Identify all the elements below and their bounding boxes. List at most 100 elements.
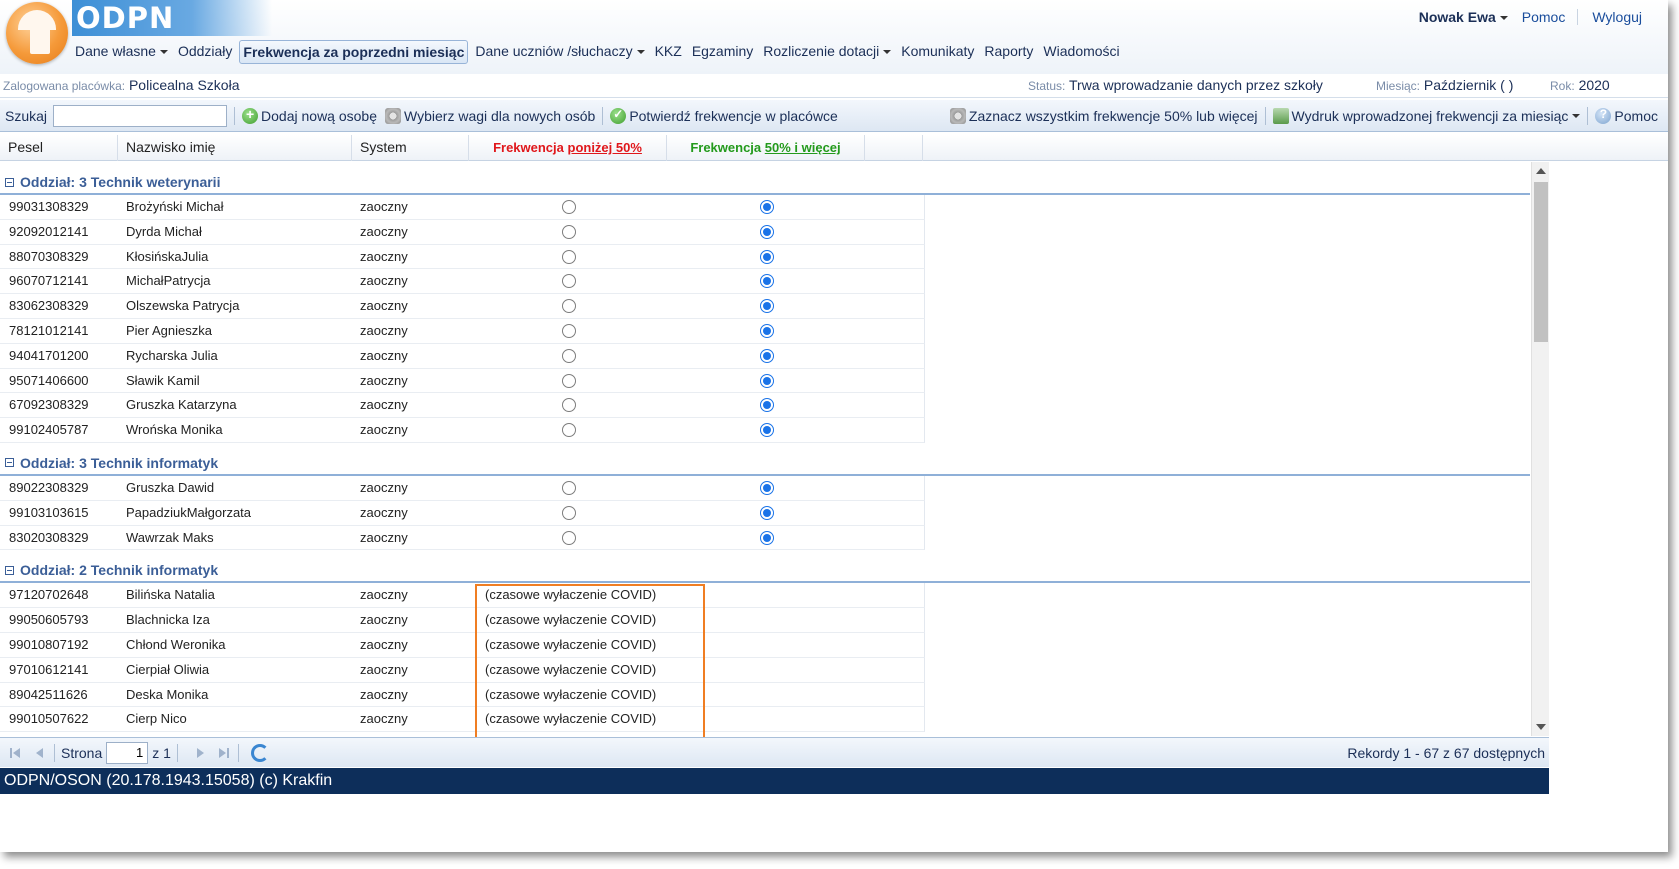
group-header[interactable]: Oddział: 3 Technik informatyk — [0, 443, 1530, 476]
covid-exclusion-cell: (czasowe wyłaczenie COVID) — [485, 711, 657, 727]
above-50-radio[interactable] — [760, 480, 774, 495]
table-row[interactable]: 99010807192 Chłond Weronika zaoczny (czasow… — [0, 632, 925, 658]
scroll-down-icon[interactable] — [1536, 724, 1546, 730]
above-50-radio[interactable] — [760, 398, 774, 413]
menu-item-6[interactable]: Rozliczenie dotacji — [760, 40, 894, 64]
table-row[interactable]: 83020308329 Wawrzak Maks zaoczny — [0, 525, 925, 551]
below-50-radio[interactable] — [562, 224, 576, 239]
help-link[interactable]: Pomoc — [1522, 9, 1566, 25]
below-50-radio[interactable] — [562, 323, 576, 338]
table-row[interactable]: 97120702648 Bilińska Natalia zaoczny (czaso… — [0, 583, 925, 609]
menu-item-3[interactable]: Dane uczniów /słuchaczy — [472, 40, 647, 64]
menu-item-5[interactable]: Egzaminy — [689, 40, 756, 64]
above-50-radio[interactable] — [760, 323, 774, 338]
print-attendance-button[interactable]: Wydruk wprowadzonej frekwencji za miesią… — [1272, 107, 1581, 124]
menu-item-2[interactable]: Frekwencja za poprzedni miesiąc — [239, 40, 469, 64]
collapse-icon[interactable] — [5, 458, 14, 468]
search-input[interactable] — [53, 104, 228, 127]
table-row[interactable]: 88070308329 KłosińskaJulia zaoczny — [0, 244, 925, 270]
table-row[interactable]: 89042511626 Deska Monika zaoczny (czasowe w… — [0, 682, 925, 708]
confirm-attendance-button[interactable]: Potwierdź frekwencje w placówce — [610, 107, 838, 124]
column-name[interactable]: Nazwisko imię — [118, 135, 352, 161]
below-50-radio[interactable] — [562, 398, 576, 413]
table-row[interactable]: 99031308329 Brożyński Michał zaoczny — [0, 195, 925, 220]
pesel-cell: 92092012141 — [9, 223, 89, 239]
vertical-scrollbar[interactable] — [1531, 162, 1549, 736]
prev-page-icon[interactable] — [32, 745, 48, 761]
menu-item-0[interactable]: Dane własne — [72, 40, 171, 64]
column-below-50[interactable]: Frekwencja poniżej 50% — [469, 135, 667, 161]
table-row[interactable]: 83062308329 Olszewska Patrycja zaoczny — [0, 294, 925, 319]
table-row[interactable]: 92092012141 Dyrda Michał zaoczny — [0, 219, 925, 245]
toolbar-divider — [1264, 106, 1266, 125]
above-50-radio[interactable] — [760, 274, 774, 289]
table-row[interactable]: 99102405787 Wrońska Monika zaoczny — [0, 418, 925, 443]
above-50-radio[interactable] — [760, 224, 774, 239]
table-row[interactable]: 89022308329 Gruszka Dawid zaoczny — [0, 475, 925, 501]
menu-item-9[interactable]: Wiadomości — [1040, 40, 1122, 64]
column-above-link[interactable]: 50% i więcej — [765, 140, 841, 155]
below-50-radio[interactable] — [562, 505, 576, 520]
above-50-radio[interactable] — [760, 423, 774, 438]
collapse-icon[interactable] — [5, 177, 14, 187]
column-system[interactable]: System — [352, 135, 469, 161]
table-row[interactable]: 97010612141 Cierpiał Oliwia zaoczny (czasow… — [0, 657, 925, 683]
above-50-radio[interactable] — [760, 200, 774, 214]
table-row[interactable]: 95071406600 Sławik Kamil zaoczny — [0, 368, 925, 394]
first-page-icon[interactable] — [8, 745, 24, 761]
chevron-down-icon — [1499, 16, 1508, 21]
above-50-radio[interactable] — [760, 505, 774, 520]
year-label: Rok: — [1550, 79, 1575, 93]
menu-item-7[interactable]: Komunikaty — [898, 40, 977, 64]
system-cell: zaoczny — [360, 298, 408, 314]
table-row[interactable]: 99103103615 PapadziukMałgorzata zaoczny — [0, 500, 925, 526]
toolbar-help-button[interactable]: Pomoc — [1595, 107, 1658, 124]
below-50-radio[interactable] — [562, 530, 576, 545]
scroll-thumb[interactable] — [1534, 182, 1548, 342]
column-pesel[interactable]: Pesel — [0, 135, 118, 161]
group-header[interactable]: Oddział: 2 Technik informatyk — [0, 550, 1530, 584]
above-50-radio[interactable] — [760, 299, 774, 314]
menu-item-4[interactable]: KKZ — [652, 40, 685, 64]
add-person-button[interactable]: Dodaj nową osobę — [242, 106, 377, 124]
below-50-radio[interactable] — [562, 373, 576, 388]
app-window: ODPN Nowak Ewa Pomoc Wyloguj Dane własne… — [0, 0, 1668, 852]
group-header[interactable]: Oddział: 3 Technik weterynarii — [0, 162, 1530, 195]
refresh-icon[interactable] — [250, 743, 269, 762]
table-row[interactable]: 99010507622 Cierp Nico zaoczny (czasowe wył… — [0, 707, 925, 733]
below-50-radio[interactable] — [562, 249, 576, 264]
mark-all-button[interactable]: Zaznacz wszystkim frekwencje 50% lub wię… — [949, 107, 1258, 124]
chevron-down-icon — [636, 50, 645, 55]
below-50-radio[interactable] — [562, 299, 576, 314]
scroll-up-icon[interactable] — [1536, 168, 1546, 174]
column-below-link[interactable]: poniżej 50% — [568, 140, 642, 155]
below-50-radio[interactable] — [562, 200, 576, 214]
below-50-radio[interactable] — [562, 348, 576, 363]
system-cell: zaoczny — [360, 347, 408, 363]
above-50-radio[interactable] — [760, 249, 774, 264]
above-50-radio[interactable] — [760, 530, 774, 545]
menu-item-1[interactable]: Oddziały — [175, 40, 235, 64]
user-menu[interactable]: Nowak Ewa — [1419, 9, 1508, 25]
table-row[interactable]: 78121012141 Pier Agnieszka zaoczny — [0, 318, 925, 344]
above-50-radio[interactable] — [760, 373, 774, 388]
table-row[interactable]: 94041701200 Rycharska Julia zaoczny — [0, 343, 925, 369]
collapse-icon[interactable] — [5, 565, 14, 575]
menu-item-label: Oddziały — [177, 43, 233, 59]
column-above-50[interactable]: Frekwencja 50% i więcej — [667, 135, 865, 161]
table-row[interactable]: 67092308329 Gruszka Katarzyna zaoczny — [0, 393, 925, 419]
table-row[interactable]: 99050605793 Blachnicka Iza zaoczny (czasowe… — [0, 608, 925, 633]
next-page-icon[interactable] — [192, 745, 208, 761]
table-row[interactable]: 96070712141 MichałPatrycja zaoczny — [0, 269, 925, 295]
pesel-cell: 96070712141 — [9, 273, 89, 289]
name-cell: Bilińska Natalia — [126, 587, 215, 603]
last-page-icon[interactable] — [216, 745, 232, 761]
below-50-radio[interactable] — [562, 274, 576, 289]
page-input[interactable] — [106, 741, 149, 764]
choose-weights-button[interactable]: Wybierz wagi dla nowych osób — [385, 107, 595, 124]
logout-link[interactable]: Wyloguj — [1592, 9, 1642, 25]
above-50-radio[interactable] — [760, 348, 774, 363]
menu-item-8[interactable]: Raporty — [981, 40, 1036, 64]
below-50-radio[interactable] — [562, 423, 576, 438]
below-50-radio[interactable] — [562, 480, 576, 495]
